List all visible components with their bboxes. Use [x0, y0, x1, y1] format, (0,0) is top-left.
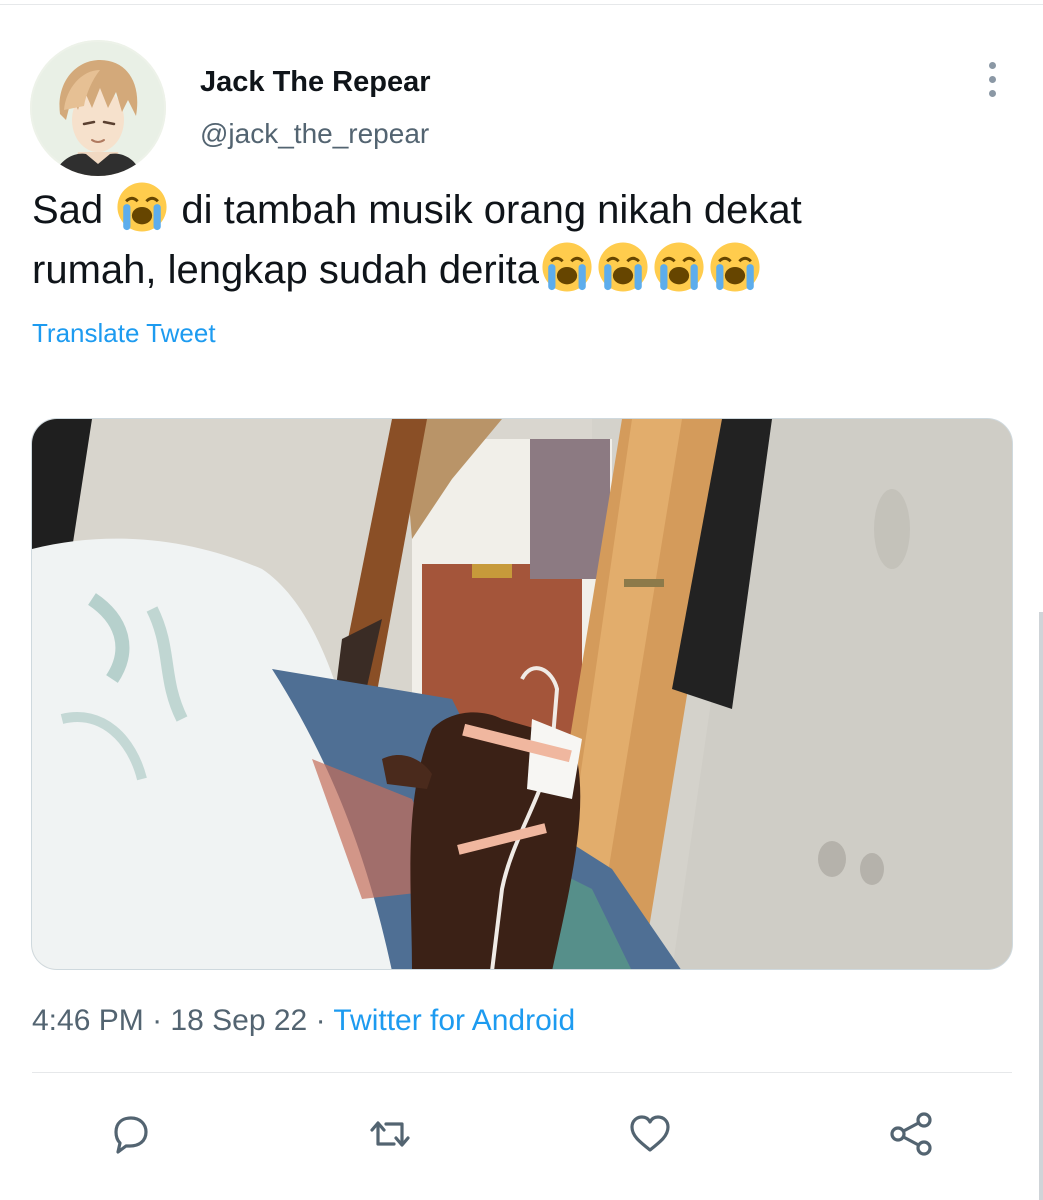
- tweet-card: Jack The Repear @jack_the_repear Sad di …: [0, 0, 1043, 1200]
- more-dot-icon: [989, 76, 996, 83]
- loudly-crying-face-icon: [117, 182, 167, 232]
- loudly-crying-face-icon: [598, 242, 648, 292]
- tweet-text: Sad di tambah musik orang nikah dekat ru…: [32, 180, 992, 300]
- photo-illustration: [32, 419, 1012, 969]
- loudly-crying-face-icon: [654, 242, 704, 292]
- tweet-photo[interactable]: [31, 418, 1013, 970]
- tweet-meta: 4:46 PM · 18 Sep 22 · Twitter for Androi…: [32, 1004, 575, 1038]
- tweet-text-line-1: Sad di tambah musik orang nikah dekat: [32, 180, 992, 240]
- meta-separator: ·: [152, 1004, 163, 1037]
- reply-icon: [114, 1116, 148, 1154]
- more-dot-icon: [989, 90, 996, 97]
- tweet-time[interactable]: 4:46 PM: [32, 1004, 144, 1037]
- avatar[interactable]: [30, 40, 166, 176]
- like-icon: [630, 1115, 670, 1152]
- meta-separator: ·: [315, 1004, 326, 1037]
- more-options-button[interactable]: [976, 60, 1008, 100]
- tweet-text-word: Sad: [32, 188, 104, 232]
- avatar-image: [30, 40, 166, 176]
- reply-button[interactable]: [102, 1108, 158, 1160]
- like-button[interactable]: [622, 1108, 678, 1160]
- retweet-button[interactable]: [362, 1108, 418, 1160]
- tweet-text-line-2: rumah, lengkap sudah derita: [32, 240, 992, 300]
- share-icon: [890, 1112, 932, 1156]
- tweet-text-rest: rumah, lengkap sudah derita: [32, 248, 539, 292]
- share-button[interactable]: [884, 1108, 940, 1160]
- tweet-source-link[interactable]: Twitter for Android: [333, 1004, 575, 1037]
- tweet-date[interactable]: 18 Sep 22: [170, 1004, 307, 1037]
- tweet-text-rest: di tambah musik orang nikah dekat: [181, 188, 802, 232]
- loudly-crying-face-icon: [710, 242, 760, 292]
- author-handle[interactable]: @jack_the_repear: [200, 118, 429, 150]
- loudly-crying-face-icon: [542, 242, 592, 292]
- actions-divider: [32, 1072, 1012, 1073]
- translate-tweet-link[interactable]: Translate Tweet: [32, 318, 216, 349]
- author-name[interactable]: Jack The Repear: [200, 66, 431, 99]
- retweet-icon: [370, 1121, 410, 1147]
- more-dot-icon: [989, 62, 996, 69]
